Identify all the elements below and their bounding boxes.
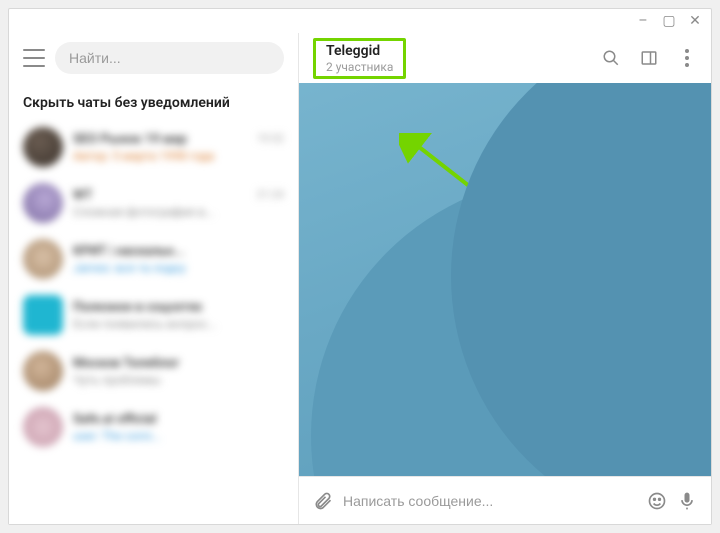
search-icon[interactable]	[601, 48, 621, 68]
avatar	[23, 351, 63, 391]
avatar	[23, 183, 63, 223]
window-minimize-button[interactable]: –	[635, 13, 651, 29]
chat-list-item[interactable]: КРИТ | наскальн... James: вся та лодку	[13, 231, 294, 287]
chat-header-actions	[601, 48, 697, 68]
avatar	[23, 407, 63, 447]
window-maximize-button[interactable]: ▢	[661, 13, 677, 29]
avatar	[23, 295, 63, 335]
emoji-icon[interactable]	[647, 491, 667, 511]
avatar	[23, 239, 63, 279]
sidebar-top	[9, 33, 298, 83]
avatar	[23, 127, 63, 167]
search-input[interactable]	[55, 42, 284, 74]
chat-panel: Teleggid 2 участника	[299, 33, 711, 524]
window-close-button[interactable]: ✕	[687, 13, 703, 29]
chat-list-item[interactable]: Полезное в соцсетях Если появились вопро…	[13, 287, 294, 343]
chat-title-highlight[interactable]: Teleggid 2 участника	[313, 38, 406, 79]
voice-icon[interactable]	[677, 491, 697, 511]
chat-list-item[interactable]: SEO Рынок 19 мар19:32 Автор: 5 марта 199…	[13, 119, 294, 175]
chat-list[interactable]: SEO Рынок 19 мар19:32 Автор: 5 марта 199…	[9, 119, 298, 524]
message-input[interactable]	[343, 493, 637, 509]
annotation-arrow	[399, 133, 629, 313]
chat-list-item[interactable]: Safe.ai official user: The comi...	[13, 399, 294, 455]
message-composer	[299, 476, 711, 524]
chat-list-item[interactable]: Москов Телеблог Чуть проблемы	[13, 343, 294, 399]
app-window: – ▢ ✕ Скрыть чаты без уведомлений SEO Ры…	[8, 8, 712, 525]
sidebar: Скрыть чаты без уведомлений SEO Рынок 19…	[9, 33, 299, 524]
app-body: Скрыть чаты без уведомлений SEO Рынок 19…	[9, 33, 711, 524]
filter-header: Скрыть чаты без уведомлений	[9, 83, 298, 119]
chat-list-item[interactable]: WT21:24 Сложная фотография в...	[13, 175, 294, 231]
conversation-area[interactable]	[299, 83, 711, 476]
chat-subtitle: 2 участника	[326, 60, 393, 74]
side-panel-icon[interactable]	[639, 48, 659, 68]
scroll-down-button[interactable]	[655, 420, 695, 460]
attach-icon[interactable]	[313, 491, 333, 511]
chat-title: Teleggid	[326, 43, 380, 59]
menu-icon[interactable]	[23, 49, 45, 67]
window-titlebar: – ▢ ✕	[9, 9, 711, 33]
more-icon[interactable]	[677, 48, 697, 68]
chat-header: Teleggid 2 участника	[299, 33, 711, 83]
